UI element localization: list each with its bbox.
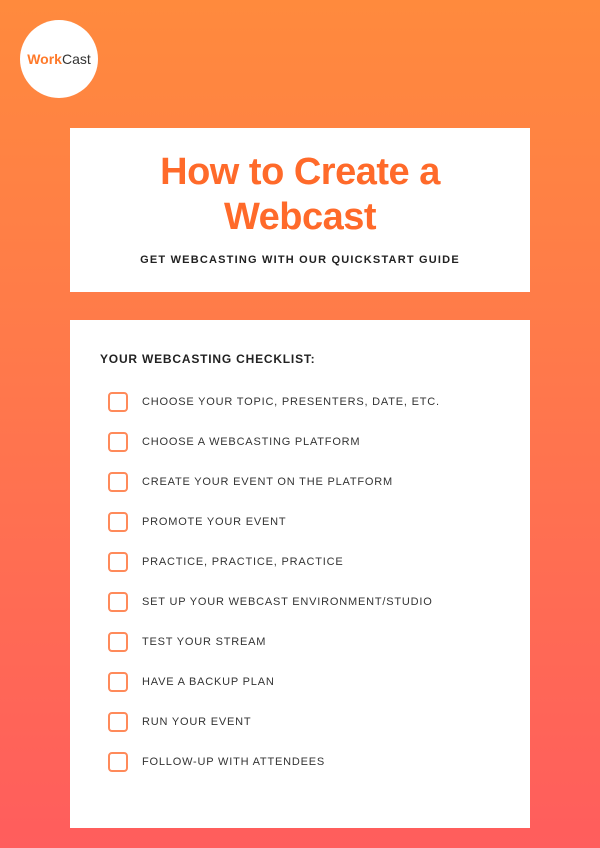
checklist-item: HAVE A BACKUP PLAN xyxy=(108,672,500,692)
page-title: How to Create a Webcast xyxy=(88,150,512,240)
checklist-item: PRACTICE, PRACTICE, PRACTICE xyxy=(108,552,500,572)
checkbox-icon[interactable] xyxy=(108,672,128,692)
checklist-item-label: PROMOTE YOUR EVENT xyxy=(142,516,286,528)
checklist-item: PROMOTE YOUR EVENT xyxy=(108,512,500,532)
checklist-item-label: CREATE YOUR EVENT ON THE PLATFORM xyxy=(142,476,393,488)
logo-text-work: Work xyxy=(27,51,62,67)
checklist-item-label: RUN YOUR EVENT xyxy=(142,716,251,728)
logo: WorkCast xyxy=(20,20,98,98)
checklist-item: SET UP YOUR WEBCAST ENVIRONMENT/STUDIO xyxy=(108,592,500,612)
title-card: How to Create a Webcast GET WEBCASTING W… xyxy=(70,128,530,292)
checklist-item: CHOOSE A WEBCASTING PLATFORM xyxy=(108,432,500,452)
checkbox-icon[interactable] xyxy=(108,632,128,652)
checklist-item-label: HAVE A BACKUP PLAN xyxy=(142,676,275,688)
checkbox-icon[interactable] xyxy=(108,432,128,452)
checkbox-icon[interactable] xyxy=(108,752,128,772)
checkbox-icon[interactable] xyxy=(108,512,128,532)
checkbox-icon[interactable] xyxy=(108,712,128,732)
checklist-card: YOUR WEBCASTING CHECKLIST: CHOOSE YOUR T… xyxy=(70,320,530,828)
page-subtitle: GET WEBCASTING WITH OUR QUICKSTART GUIDE xyxy=(88,254,512,266)
checklist-item: RUN YOUR EVENT xyxy=(108,712,500,732)
checkbox-icon[interactable] xyxy=(108,472,128,492)
checklist-item-label: TEST YOUR STREAM xyxy=(142,636,266,648)
checklist: CHOOSE YOUR TOPIC, PRESENTERS, DATE, ETC… xyxy=(100,392,500,772)
checklist-item: TEST YOUR STREAM xyxy=(108,632,500,652)
checklist-item-label: PRACTICE, PRACTICE, PRACTICE xyxy=(142,556,343,568)
checklist-item: FOLLOW-UP WITH ATTENDEES xyxy=(108,752,500,772)
logo-text-cast: Cast xyxy=(62,51,91,67)
checklist-item-label: SET UP YOUR WEBCAST ENVIRONMENT/STUDIO xyxy=(142,596,433,608)
checklist-item: CREATE YOUR EVENT ON THE PLATFORM xyxy=(108,472,500,492)
checklist-item-label: FOLLOW-UP WITH ATTENDEES xyxy=(142,756,325,768)
checklist-item-label: CHOOSE A WEBCASTING PLATFORM xyxy=(142,436,360,448)
checklist-item-label: CHOOSE YOUR TOPIC, PRESENTERS, DATE, ETC… xyxy=(142,396,440,408)
checkbox-icon[interactable] xyxy=(108,392,128,412)
checklist-heading: YOUR WEBCASTING CHECKLIST: xyxy=(100,352,500,366)
checkbox-icon[interactable] xyxy=(108,552,128,572)
checklist-item: CHOOSE YOUR TOPIC, PRESENTERS, DATE, ETC… xyxy=(108,392,500,412)
checkbox-icon[interactable] xyxy=(108,592,128,612)
